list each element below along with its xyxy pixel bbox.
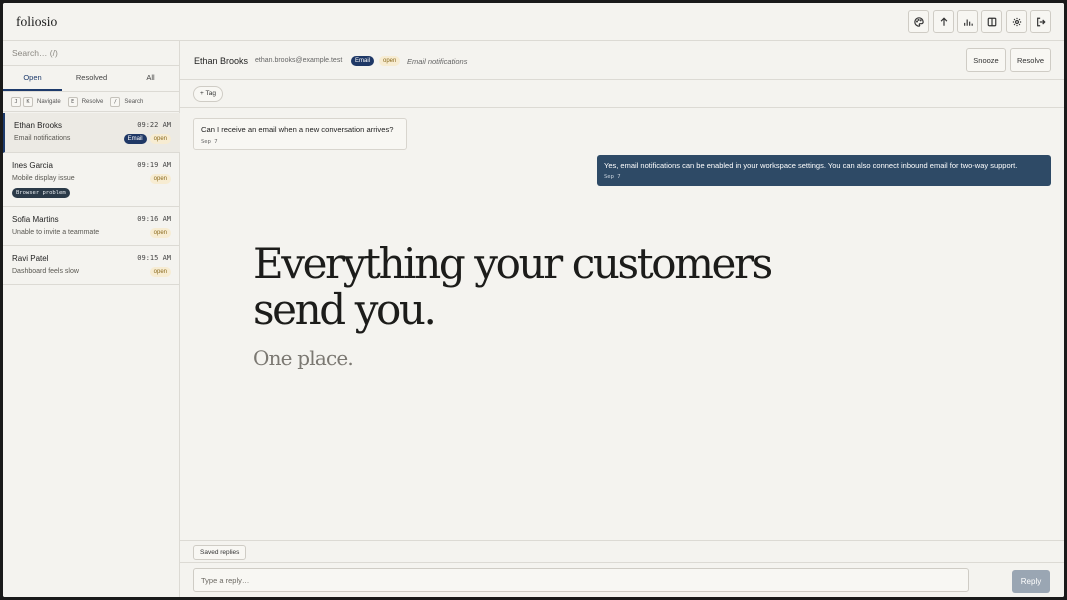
conversation-name: Ines Garcia — [12, 161, 53, 170]
sidebar: Open Resolved All J K Navigate E Resolve… — [3, 41, 180, 597]
gear-icon — [1012, 17, 1021, 26]
layout-button[interactable] — [981, 10, 1002, 33]
conversation-subject: Email notifications — [407, 57, 468, 66]
reply-input[interactable] — [193, 568, 969, 592]
search-bar — [3, 41, 180, 66]
keyboard-hints: J K Navigate E Resolve / Search — [3, 92, 180, 112]
hint-resolve: Resolve — [81, 98, 104, 105]
conversation-panel: Ethan Brooks ethan.brooks@example.test E… — [180, 41, 1064, 597]
analytics-button[interactable] — [957, 10, 978, 33]
conversation-subject: Dashboard feels slow — [12, 268, 79, 275]
status-badge: open — [149, 228, 171, 238]
status-badge: open — [379, 56, 401, 66]
hero-heading-line-1: Everything your customers — [253, 239, 773, 288]
logout-icon — [1036, 17, 1046, 26]
columns-icon — [987, 17, 996, 26]
logout-button[interactable] — [1030, 10, 1051, 33]
reply-button[interactable]: Reply — [1012, 570, 1050, 593]
key-j: J — [11, 96, 21, 107]
conversation-badges: open — [149, 174, 171, 184]
palette-icon — [913, 16, 924, 27]
conversation-item-sofia-martins[interactable]: Sofia Martins 09:16 AM Unable to invite … — [3, 207, 180, 246]
outbound-message: Yes, email notifications can be enabled … — [597, 155, 1051, 186]
key-k: K — [23, 96, 33, 107]
add-tag-button[interactable]: + Tag — [193, 86, 223, 102]
status-badge: open — [149, 267, 171, 277]
hint-navigate: Navigate — [37, 98, 61, 105]
bar-chart-icon — [963, 19, 973, 26]
conversation-badges: Email open — [123, 134, 171, 144]
message-text: Can I receive an email when a new conver… — [201, 125, 394, 134]
conversation-badges: open — [149, 267, 171, 277]
conversation-item-ines-garcia[interactable]: Ines Garcia 09:19 AM Mobile display issu… — [3, 153, 180, 207]
app-window: foliosio Open Resolved All J — [3, 3, 1064, 597]
conversation-header: Ethan Brooks ethan.brooks@example.test E… — [180, 41, 1064, 80]
message-date: Sep 7 — [604, 174, 621, 180]
search-input[interactable] — [3, 41, 180, 65]
contact-name: Ethan Brooks — [194, 56, 249, 66]
channel-badge: Email — [123, 134, 147, 144]
inbound-message: Can I receive an email when a new conver… — [193, 118, 407, 150]
status-badge: open — [149, 174, 171, 184]
key-e: E — [67, 96, 78, 107]
snooze-button[interactable]: Snooze — [966, 48, 1006, 72]
conversation-name: Sofia Martins — [12, 215, 59, 224]
conversation-time: 09:15 AM — [137, 254, 171, 262]
top-bar: foliosio — [3, 3, 1064, 41]
reply-composer: Saved replies Reply — [180, 540, 1064, 597]
tab-open[interactable]: Open — [3, 66, 62, 91]
conversation-time: 09:19 AM — [137, 161, 171, 169]
conversation-name: Ravi Patel — [12, 254, 49, 263]
brand-logo[interactable]: foliosio — [16, 14, 57, 30]
hero-subheading: One place. — [253, 346, 354, 370]
conversation-tag: Browser problem — [12, 188, 70, 198]
conversation-name: Ethan Brooks — [14, 121, 63, 130]
conversation-time: 09:22 AM — [137, 121, 171, 129]
key-slash: / — [110, 96, 121, 107]
conversation-item-ravi-patel[interactable]: Ravi Patel 09:15 AM Dashboard feels slow… — [3, 246, 180, 285]
composer-divider — [180, 562, 1064, 563]
conversation-badges: open — [149, 228, 171, 238]
channel-badge: Email — [351, 56, 375, 66]
resolve-button[interactable]: Resolve — [1010, 48, 1051, 72]
message-text: Yes, email notifications can be enabled … — [604, 161, 1018, 170]
conversation-subject: Unable to invite a teammate — [12, 229, 100, 236]
status-badge: open — [149, 134, 171, 144]
saved-replies-button[interactable]: Saved replies — [193, 545, 247, 560]
tab-all[interactable]: All — [121, 66, 180, 91]
tag-bar: + Tag — [180, 80, 1064, 108]
conversation-time: 09:16 AM — [137, 215, 171, 223]
contact-email: ethan.brooks@example.test — [255, 57, 343, 64]
hint-search: Search — [124, 98, 144, 105]
theme-button[interactable] — [908, 10, 929, 33]
message-date: Sep 7 — [201, 139, 218, 145]
conversation-subject: Mobile display issue — [12, 175, 75, 182]
upload-button[interactable] — [933, 10, 954, 33]
arrow-up-icon — [940, 16, 947, 26]
settings-button[interactable] — [1006, 10, 1027, 33]
status-tabs: Open Resolved All — [3, 66, 180, 92]
tab-resolved[interactable]: Resolved — [62, 66, 121, 91]
conversation-item-ethan-brooks[interactable]: Ethan Brooks 09:22 AM Email notification… — [3, 113, 180, 153]
conversation-subject: Email notifications — [14, 135, 71, 142]
hero-heading-line-2: send you. — [253, 285, 437, 334]
